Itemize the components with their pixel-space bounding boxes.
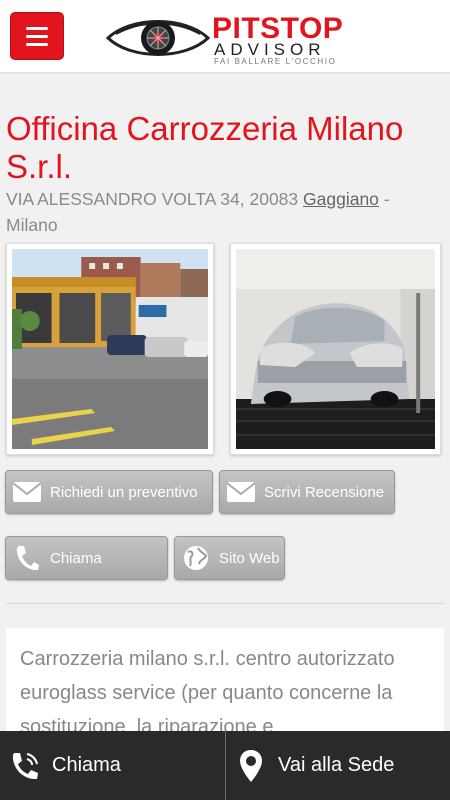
- envelope-icon: [10, 475, 44, 509]
- hamburger-menu-button[interactable]: [10, 12, 64, 60]
- chiama-label: Chiama: [50, 549, 102, 567]
- envelope-icon: [224, 475, 258, 509]
- richiedi-preventivo-label: Richiedi un preventivo: [50, 483, 198, 501]
- pitstop-advisor-logo[interactable]: PITSTOP ADVISOR FAI BALLARE L'OCCHIO: [106, 10, 346, 66]
- header: PITSTOP ADVISOR FAI BALLARE L'OCCHIO: [0, 0, 450, 74]
- officina-exterior-image: [12, 249, 208, 449]
- description-text: Carrozzeria milano s.r.l. centro autoriz…: [20, 648, 395, 738]
- menu-bar: [26, 26, 48, 30]
- business-name: Officina Carrozzeria Milano S.r.l.: [6, 110, 404, 185]
- bottom-action-bar: Chiama Vai alla Sede: [0, 731, 450, 800]
- globe-icon: [179, 541, 213, 575]
- bottom-chiama-label: Chiama: [52, 754, 121, 776]
- richiedi-preventivo-button[interactable]: Richiedi un preventivo: [5, 470, 213, 514]
- phone-call-icon: [8, 748, 42, 784]
- bottom-chiama-button[interactable]: Chiama: [0, 731, 226, 800]
- chiama-button[interactable]: Chiama: [5, 536, 168, 580]
- business-address: VIA ALESSANDRO VOLTA 34, 20083 Gaggiano …: [6, 186, 446, 238]
- bottom-vai-sede-button[interactable]: Vai alla Sede: [226, 731, 450, 800]
- photo-car-in-paint-booth[interactable]: [230, 243, 441, 455]
- sito-web-label: Sito Web: [219, 549, 280, 567]
- section-divider: [6, 603, 444, 604]
- sito-web-button[interactable]: Sito Web: [174, 536, 285, 580]
- scrivi-recensione-button[interactable]: Scrivi Recensione: [219, 470, 395, 514]
- address-city-link[interactable]: Gaggiano: [303, 189, 379, 209]
- photo-officina-exterior[interactable]: [6, 243, 214, 455]
- menu-bar: [26, 42, 48, 46]
- eye-wheel-logo-icon: [106, 20, 210, 56]
- map-pin-icon: [234, 748, 268, 784]
- bottom-vai-sede-label: Vai alla Sede: [278, 754, 395, 776]
- phone-icon: [10, 541, 44, 575]
- menu-bar: [26, 34, 48, 38]
- business-description: Carrozzeria milano s.r.l. centro autoriz…: [6, 628, 444, 748]
- logo-tagline: FAI BALLARE L'OCCHIO: [214, 57, 337, 66]
- address-street: VIA ALESSANDRO VOLTA 34, 20083: [6, 189, 304, 209]
- car-paint-booth-image: [236, 249, 435, 449]
- scrivi-recensione-label: Scrivi Recensione: [264, 483, 385, 501]
